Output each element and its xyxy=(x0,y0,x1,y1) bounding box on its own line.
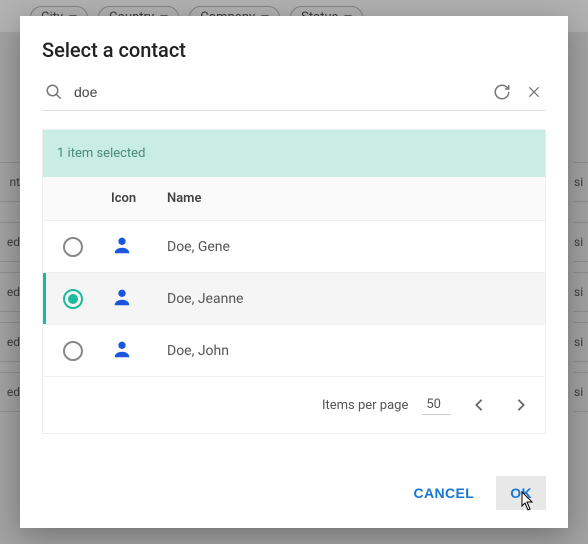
radio-button[interactable] xyxy=(63,237,83,257)
clear-button[interactable] xyxy=(522,80,546,104)
bg-right-cell: si xyxy=(574,162,588,202)
col-name-header: Name xyxy=(163,191,545,206)
bg-left-cell: ed xyxy=(0,272,20,312)
ok-button[interactable]: OK xyxy=(496,476,546,510)
contact-name: Doe, Gene xyxy=(163,239,545,255)
bg-left-cell: ed xyxy=(0,322,20,362)
radio-button[interactable] xyxy=(63,341,83,361)
modal-actions: CANCEL OK xyxy=(20,458,568,528)
bg-left-cell: ed xyxy=(0,372,20,412)
refresh-button[interactable] xyxy=(490,80,514,104)
person-icon xyxy=(103,234,163,260)
contact-name: Doe, Jeanne xyxy=(163,291,545,307)
table-row[interactable]: Doe, Gene xyxy=(43,221,545,273)
selection-bar: 1 item selected xyxy=(43,130,545,177)
col-radio-header xyxy=(43,191,103,206)
cancel-button[interactable]: CANCEL xyxy=(399,476,488,510)
prev-page-button[interactable] xyxy=(465,391,493,419)
modal-title: Select a contact xyxy=(20,16,568,70)
pagination: Items per page 50 xyxy=(43,377,545,433)
person-icon xyxy=(103,338,163,364)
table-row[interactable]: Doe, John xyxy=(43,325,545,377)
table-header: Icon Name xyxy=(43,177,545,221)
bg-left-cell: nt xyxy=(0,162,20,202)
bg-right-cell: si xyxy=(574,272,588,312)
search-icon xyxy=(42,80,66,104)
bg-right-cell: si xyxy=(574,372,588,412)
search-input[interactable] xyxy=(74,80,482,104)
radio-button[interactable] xyxy=(63,289,83,309)
bg-right-cell: si xyxy=(574,322,588,362)
bg-right-cell: si xyxy=(574,222,588,262)
bg-left-cell: ed xyxy=(0,222,20,262)
person-icon xyxy=(103,286,163,312)
next-page-button[interactable] xyxy=(507,391,535,419)
page-size-value: 50 xyxy=(426,397,441,412)
table-row[interactable]: Doe, Jeanne xyxy=(43,273,545,325)
results-box: 1 item selected Icon Name Doe, Gene Doe,… xyxy=(42,129,546,434)
col-icon-header: Icon xyxy=(103,191,163,206)
items-per-page-label: Items per page xyxy=(322,398,408,413)
select-contact-modal: Select a contact 1 item selected Icon Na… xyxy=(20,16,568,528)
page-size-select[interactable]: 50 xyxy=(422,395,451,415)
search-row xyxy=(42,80,546,111)
contact-name: Doe, John xyxy=(163,343,545,359)
